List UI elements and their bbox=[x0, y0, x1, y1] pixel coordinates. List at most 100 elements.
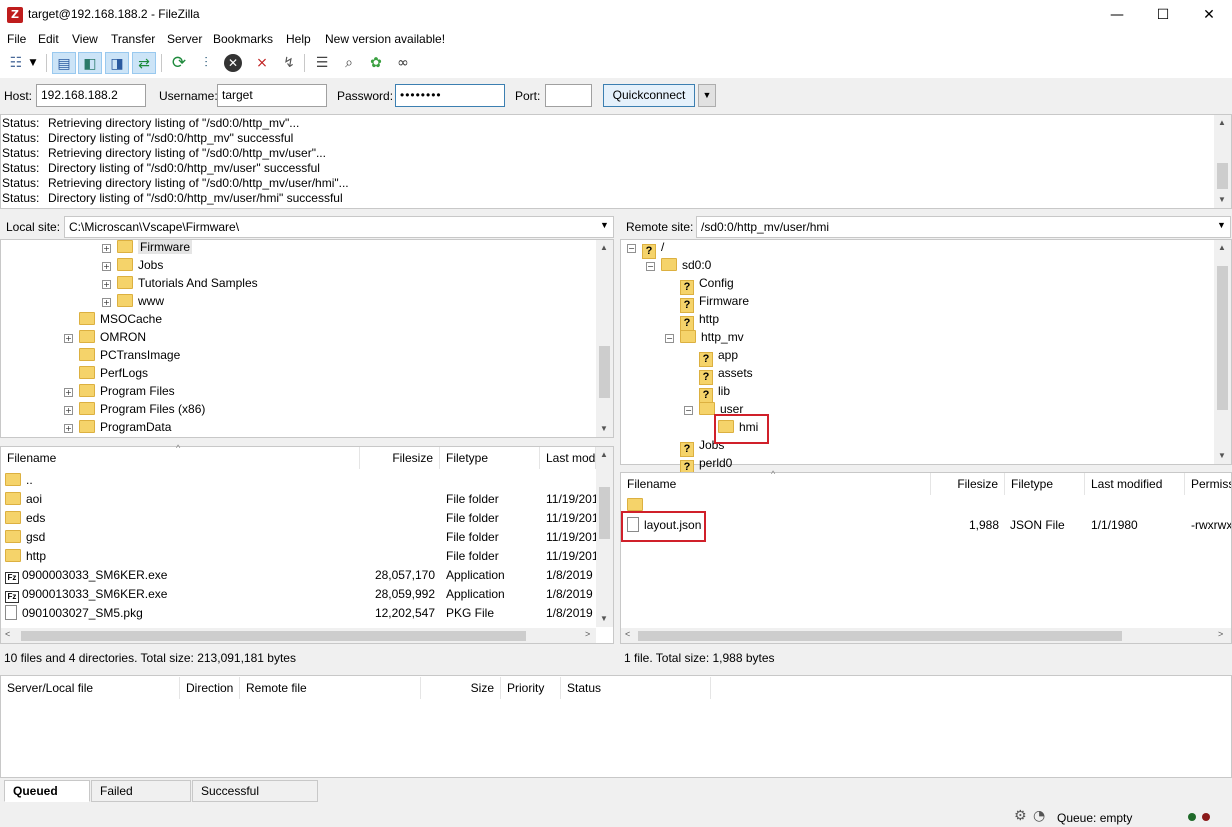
process-queue-icon[interactable]: ⫶ bbox=[194, 52, 218, 74]
menu-file[interactable]: File bbox=[7, 32, 26, 46]
local-site-path[interactable]: C:\Microscan\Vscape\Firmware\ bbox=[64, 216, 614, 238]
tab-failed-transfers[interactable]: Failed transfers bbox=[91, 780, 191, 818]
local-file-row[interactable]: .. bbox=[1, 471, 596, 490]
menu-view[interactable]: View bbox=[72, 32, 98, 46]
scroll-down-icon[interactable]: ▼ bbox=[600, 424, 608, 433]
local-site-dropdown-icon[interactable]: ▼ bbox=[600, 220, 609, 230]
local-tree-item[interactable]: + Program Files (x86) bbox=[64, 402, 205, 420]
local-files-hscrollbar[interactable]: < > bbox=[1, 628, 596, 643]
queue-column-priority[interactable]: Priority bbox=[501, 677, 561, 699]
remote-tree-item[interactable]: ? http bbox=[665, 312, 719, 331]
remote-column-permissions[interactable]: Permiss bbox=[1185, 473, 1231, 495]
remote-tree-item[interactable]: ? lib bbox=[684, 384, 730, 403]
remote-files-hscrollbar[interactable]: < > bbox=[621, 628, 1231, 643]
password-input[interactable]: •••••••• bbox=[395, 84, 505, 107]
gear-icon[interactable]: ⚙ bbox=[1014, 808, 1027, 824]
menu-help[interactable]: Help bbox=[286, 32, 311, 46]
remote-tree-item[interactable]: − sd0:0 bbox=[646, 258, 711, 276]
local-files-scrollbar[interactable]: ▲ ▼ bbox=[596, 447, 613, 627]
remote-column-filetype[interactable]: Filetype bbox=[1005, 473, 1085, 495]
queue-column-direction[interactable]: Direction bbox=[180, 677, 240, 699]
remote-column-last-modified[interactable]: Last modified bbox=[1085, 473, 1185, 495]
expand-icon[interactable]: + bbox=[64, 406, 73, 415]
quickconnect-button[interactable]: Quickconnect bbox=[603, 84, 695, 107]
queue-column-size[interactable]: Size bbox=[421, 677, 501, 699]
remote-tree-item[interactable]: −? / bbox=[627, 240, 664, 259]
scroll-down-icon[interactable]: ▼ bbox=[600, 614, 608, 623]
scroll-up-icon[interactable]: ▲ bbox=[1218, 118, 1226, 127]
local-tree-item[interactable]: + Tutorials And Samples bbox=[102, 276, 258, 294]
local-file-row[interactable]: http File folder 11/19/201 bbox=[1, 547, 597, 566]
remote-file-row[interactable] bbox=[621, 496, 1231, 515]
remote-file-row[interactable]: layout.json 1,988 JSON File 1/1/1980 -rwxrwx bbox=[621, 516, 1231, 535]
tab-successful-transfers[interactable]: Successful transfers bbox=[192, 780, 318, 818]
remote-tree-scrollbar[interactable]: ▲ ▼ bbox=[1214, 240, 1231, 464]
local-tree-item[interactable]: MSOCache bbox=[64, 312, 162, 330]
local-tree-item[interactable]: + OMRON bbox=[64, 330, 146, 348]
scroll-up-icon[interactable]: ▲ bbox=[600, 243, 608, 252]
scroll-thumb[interactable] bbox=[638, 631, 1122, 641]
local-tree-item[interactable]: + Firmware bbox=[102, 240, 192, 258]
disconnect-icon[interactable]: ⨯ bbox=[250, 52, 274, 74]
menu-edit[interactable]: Edit bbox=[38, 32, 59, 46]
quickconnect-dropdown-icon[interactable]: ▼ bbox=[698, 84, 716, 107]
scroll-thumb[interactable] bbox=[599, 487, 610, 539]
local-tree-item[interactable]: PerfLogs bbox=[64, 366, 148, 384]
speed-limit-icon[interactable]: ◔ bbox=[1033, 808, 1045, 824]
menu-server[interactable]: Server bbox=[167, 32, 202, 46]
scroll-down-icon[interactable]: ▼ bbox=[1218, 451, 1226, 460]
search-icon[interactable]: ⌕ bbox=[337, 52, 361, 74]
local-column-filesize[interactable]: Filesize bbox=[360, 447, 440, 469]
toggle-log-icon[interactable]: ▤ bbox=[52, 52, 76, 74]
local-tree-scrollbar[interactable]: ▲ ▼ bbox=[596, 240, 613, 437]
username-input[interactable]: target bbox=[217, 84, 327, 107]
remote-tree-item[interactable]: ? Firmware bbox=[665, 294, 749, 313]
scroll-left-icon[interactable]: < bbox=[5, 629, 10, 639]
local-tree-item[interactable]: + ProgramData bbox=[64, 420, 171, 438]
toggle-local-tree-icon[interactable]: ◧ bbox=[78, 52, 102, 74]
expand-icon[interactable]: + bbox=[64, 388, 73, 397]
remote-tree-item[interactable]: ? Config bbox=[665, 276, 734, 295]
local-file-row[interactable]: Fz 0900003033_SM6KER.exe 28,057,170 Applica… bbox=[1, 566, 596, 585]
toggle-remote-tree-icon[interactable]: ◨ bbox=[105, 52, 129, 74]
scroll-up-icon[interactable]: ▲ bbox=[600, 450, 608, 459]
sync-browsing-icon[interactable]: ✿ bbox=[364, 52, 388, 74]
local-file-row[interactable]: eds File folder 11/19/201 bbox=[1, 509, 597, 528]
scroll-left-icon[interactable]: < bbox=[625, 629, 630, 639]
expand-icon[interactable]: + bbox=[102, 262, 111, 271]
expand-icon[interactable]: + bbox=[64, 334, 73, 343]
queue-column-status[interactable]: Status bbox=[561, 677, 711, 699]
log-scrollbar[interactable]: ▲ ▼ bbox=[1214, 115, 1231, 208]
site-manager-icon[interactable]: ☷ bbox=[4, 52, 28, 74]
scroll-thumb[interactable] bbox=[1217, 163, 1228, 189]
remote-tree-item[interactable]: − http_mv bbox=[665, 330, 744, 348]
host-input[interactable]: 192.168.188.2 bbox=[36, 84, 146, 107]
menu-transfer[interactable]: Transfer bbox=[111, 32, 155, 46]
cancel-icon[interactable]: ✕ bbox=[221, 52, 245, 74]
expand-icon[interactable]: + bbox=[102, 298, 111, 307]
queue-column-remote-file[interactable]: Remote file bbox=[240, 677, 421, 699]
remote-tree-item[interactable]: ? assets bbox=[684, 366, 753, 385]
expand-icon[interactable]: + bbox=[102, 244, 111, 253]
queue-column-server-local-file[interactable]: Server/Local file bbox=[1, 677, 180, 699]
scroll-up-icon[interactable]: ▲ bbox=[1218, 243, 1226, 252]
minimize-button[interactable]: — bbox=[1094, 0, 1140, 30]
local-file-row[interactable]: 0901003027_SM5.pkg 12,202,547 PKG File 1/8/… bbox=[1, 604, 596, 623]
remote-site-dropdown-icon[interactable]: ▼ bbox=[1217, 220, 1226, 230]
local-file-row[interactable]: gsd File folder 11/19/201 bbox=[1, 528, 597, 547]
expand-icon[interactable]: + bbox=[64, 424, 73, 433]
close-button[interactable]: ✕ bbox=[1186, 0, 1232, 30]
local-column-filename[interactable]: Filename bbox=[1, 447, 360, 469]
remote-site-path[interactable]: /sd0:0/http_mv/user/hmi bbox=[696, 216, 1231, 238]
find-files-icon[interactable]: ∞ bbox=[391, 52, 415, 74]
scroll-thumb[interactable] bbox=[599, 346, 610, 398]
scroll-right-icon[interactable]: > bbox=[1218, 629, 1223, 639]
refresh-icon[interactable]: ⟳ bbox=[167, 52, 191, 74]
collapse-icon[interactable]: − bbox=[684, 406, 693, 415]
remote-tree-item[interactable]: ? app bbox=[684, 348, 738, 367]
local-tree-item[interactable]: + Program Files bbox=[64, 384, 175, 402]
reconnect-icon[interactable]: ↯ bbox=[277, 52, 301, 74]
collapse-icon[interactable]: − bbox=[646, 262, 655, 271]
local-file-row[interactable]: Fz 0900013033_SM6KER.exe 28,059,992 Applica… bbox=[1, 585, 596, 604]
local-column-last-modified[interactable]: Last mod bbox=[540, 447, 596, 469]
